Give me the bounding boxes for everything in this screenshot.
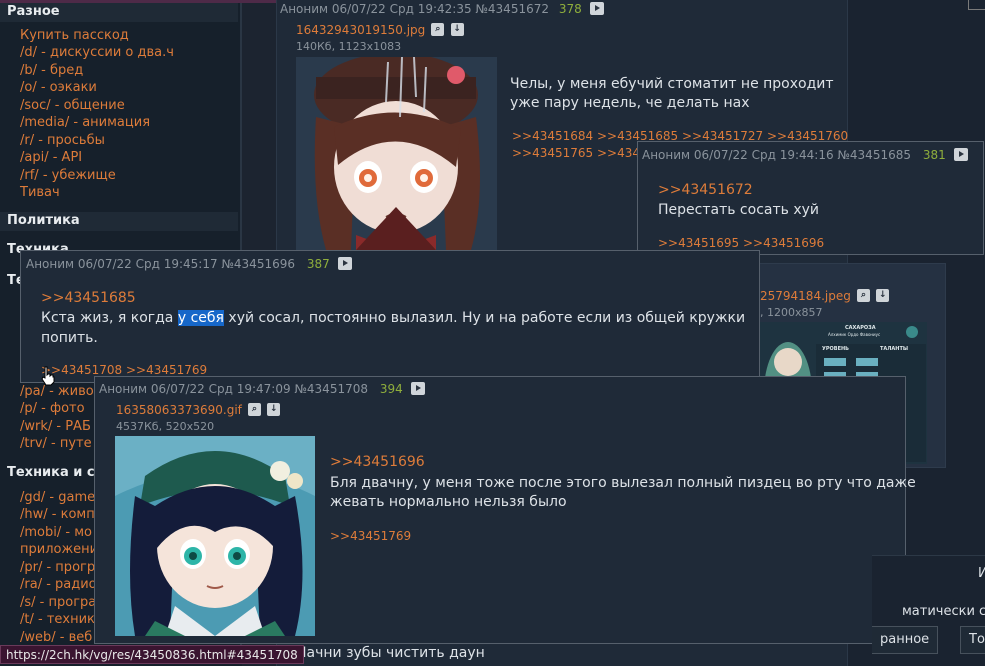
- selected-text-highlight: у себя: [177, 310, 224, 326]
- popup-1685-number[interactable]: 381: [923, 148, 946, 162]
- popup-1685-replies[interactable]: >>43451695 >>43451696: [658, 236, 824, 250]
- sidebar-item-gd[interactable]: /gd/ - game: [20, 489, 95, 506]
- venti-illustration: [115, 436, 315, 636]
- popup-1708-text-2: жевать нормально нельзя было: [330, 494, 567, 510]
- popup-1685-meta: Аноним 06/07/22 Срд 19:44:16 №43451685 3…: [642, 148, 968, 162]
- popup-1708-image-thumbnail[interactable]: [115, 436, 315, 636]
- sidebar-item-tivach[interactable]: Тивач: [20, 184, 60, 201]
- sidebar-item-o[interactable]: /o/ - оэкаки: [20, 79, 97, 96]
- sidebar-item-ra[interactable]: /ra/ - радио: [20, 576, 97, 593]
- popup-post-43451696: Аноним 06/07/22 Срд 19:45:17 №43451696 3…: [20, 250, 760, 383]
- popup-1685-text: Перестать сосать хуй: [658, 202, 819, 218]
- download-icon[interactable]: ↓: [450, 23, 464, 36]
- status-bar-url: https://2ch.hk/vg/res/43450836.html#4345…: [0, 645, 304, 664]
- bg-post-file-info: , 1200x857: [760, 306, 823, 319]
- popup-1696-reply-to[interactable]: >>43451685: [41, 290, 136, 306]
- bg-post-file-name[interactable]: 25794184.jpeg: [760, 289, 851, 303]
- sidebar-item-pr[interactable]: /pr/ - прогр: [20, 559, 95, 576]
- popup-1708-meta: Аноним 06/07/22 Срд 19:47:09 №43451708 3…: [99, 382, 425, 396]
- search-image-icon-2[interactable]: ⌕: [856, 289, 870, 302]
- op-post-meta-text: Аноним 06/07/22 Срд 19:42:35 №43451672: [280, 2, 549, 16]
- bg-post-file-line: 25794184.jpeg ⌕ ↓: [760, 289, 890, 304]
- to-button[interactable]: То: [960, 626, 985, 654]
- reply-form-text-top: И: [978, 566, 985, 581]
- sidebar-item-b[interactable]: /b/ - бред: [20, 62, 83, 79]
- popup-1696-number[interactable]: 387: [307, 257, 330, 271]
- popup-1696-meta: Аноним 06/07/22 Срд 19:45:17 №43451696 3…: [26, 257, 352, 271]
- hutao-illustration: [296, 57, 497, 250]
- reply-form-panel: И матически сл ранное То: [872, 555, 985, 666]
- window-corner: [968, 0, 985, 10]
- popup-1708-file-line: 16358063373690.gif ⌕ ↓: [116, 403, 281, 418]
- sidebar-item-wrk[interactable]: /wrk/ - РАБ: [20, 418, 91, 435]
- op-post-text-1: Челы, у меня ебучий стоматит не проходит: [510, 76, 834, 92]
- sidebar-category-misc[interactable]: Разное: [0, 3, 238, 22]
- popup-1696-text-2: попить.: [41, 330, 98, 346]
- op-post-play-icon[interactable]: [589, 2, 604, 15]
- popup-1708-replies[interactable]: >>43451769: [330, 529, 411, 543]
- sidebar-item-api[interactable]: /api/ - API: [20, 149, 82, 166]
- sidebar-item-p[interactable]: /p/ - фото: [20, 400, 85, 417]
- popup-1708-play-icon[interactable]: [410, 382, 425, 395]
- sidebar-item-t[interactable]: /t/ - техник: [20, 611, 95, 628]
- op-file-name[interactable]: 16432943019150.jpg: [296, 23, 425, 37]
- sidebar-item-hw[interactable]: /hw/ - комп: [20, 506, 95, 523]
- popup-1696-text-1: Кста жиз, я когда у себя хуй сосал, пост…: [41, 308, 745, 328]
- reply-form-auto-label: матически сл: [902, 604, 985, 619]
- popup-1708-reply-to[interactable]: >>43451696: [330, 454, 425, 470]
- op-image-thumbnail[interactable]: [296, 57, 497, 250]
- sidebar-item-s[interactable]: /s/ - програ: [20, 594, 96, 611]
- op-post-number[interactable]: 378: [559, 2, 582, 16]
- sucrose-image-level-header: УРОВЕНЬ: [822, 346, 849, 352]
- sidebar-item-passcode[interactable]: Купить пасскод: [20, 27, 129, 44]
- sidebar-item-mobi[interactable]: /mobi/ - мо: [20, 524, 92, 541]
- popup-post-43451685: Аноним 06/07/22 Срд 19:44:16 №43451685 3…: [637, 141, 984, 255]
- popup-1696-text-after: хуй сосал, постоянно вылазил. Ну и на ра…: [223, 310, 746, 326]
- popup-1708-text-1: Бля двачну, у меня тоже после этого выле…: [330, 475, 916, 491]
- sidebar-item-soc[interactable]: /soc/ - общение: [20, 97, 125, 114]
- sidebar-item-trv[interactable]: /trv/ - путе: [20, 435, 92, 452]
- sidebar-category-politics[interactable]: Политика: [0, 212, 238, 231]
- search-image-icon[interactable]: ⌕: [431, 23, 445, 36]
- popup-1708-number[interactable]: 394: [380, 382, 403, 396]
- favorite-button[interactable]: ранное: [872, 626, 939, 654]
- sidebar-item-web[interactable]: /web/ - веб: [20, 629, 92, 646]
- sidebar-item-r[interactable]: /r/ - просьбы: [20, 132, 105, 149]
- hand-cursor-icon: [41, 366, 55, 390]
- bottom-post-text: Начни зубы чистить даун: [296, 645, 485, 661]
- popup-1708-meta-text: Аноним 06/07/22 Срд 19:47:09 №43451708: [99, 382, 368, 396]
- sucrose-image-talents-header: ТАЛАНТЫ: [880, 346, 909, 352]
- popup-1696-text-before: Кста жиз, я когда: [41, 310, 178, 326]
- op-post-text-2: уже пару недель, че делать нах: [510, 95, 750, 111]
- sidebar-item-rf[interactable]: /rf/ - убежище: [20, 167, 116, 184]
- sidebar-item-d[interactable]: /d/ - дискуссии о два.ч: [20, 44, 174, 61]
- popup-1708-file-name[interactable]: 16358063373690.gif: [116, 403, 242, 417]
- sidebar-item-media[interactable]: /media/ - анимация: [20, 114, 150, 131]
- download-icon-2[interactable]: ↓: [876, 289, 890, 302]
- popup-1685-reply-to[interactable]: >>43451672: [658, 182, 753, 198]
- op-post-meta: Аноним 06/07/22 Срд 19:42:35 №43451672 3…: [280, 2, 604, 16]
- popup-1696-play-icon[interactable]: [337, 257, 352, 270]
- sucrose-image-subtitle: Алхимик Ордо Фавониус: [828, 332, 881, 337]
- download-icon-3[interactable]: ↓: [267, 403, 281, 416]
- search-image-icon-3[interactable]: ⌕: [248, 403, 262, 416]
- sidebar-item-pa[interactable]: /pa/ - живо: [20, 383, 94, 400]
- popup-1685-meta-text: Аноним 06/07/22 Срд 19:44:16 №43451685: [642, 148, 911, 162]
- popup-1708-file-info: 4537Кб, 520x520: [116, 420, 215, 433]
- popup-1696-replies[interactable]: >>43451708 >>43451769: [41, 363, 207, 377]
- op-file-line: 16432943019150.jpg ⌕ ↓: [296, 23, 464, 38]
- sucrose-image-title: САХАРОЗА: [845, 325, 876, 331]
- op-file-info: 140Кб, 1123x1083: [296, 40, 402, 53]
- popup-1696-meta-text: Аноним 06/07/22 Срд 19:45:17 №43451696: [26, 257, 295, 271]
- popup-1685-play-icon[interactable]: [953, 148, 968, 161]
